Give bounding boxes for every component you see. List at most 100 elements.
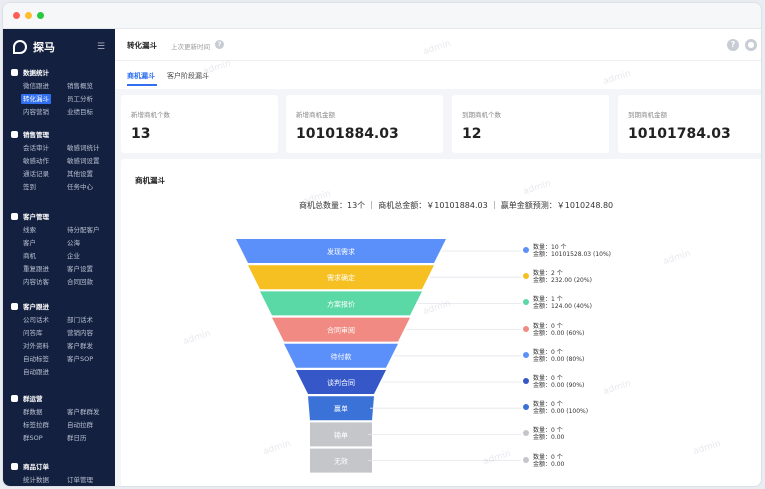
funnel-stage-label: 赢单	[334, 404, 348, 413]
sidebar-item[interactable]: 任务中心	[65, 182, 95, 192]
sidebar-section-header[interactable]: 客户跟进	[11, 301, 49, 311]
funnel-stage-label: 发现需求	[327, 247, 355, 256]
stat-card-new-count: 新增商机个数 13	[121, 95, 278, 153]
menu-collapse-icon[interactable]: ☰	[97, 42, 105, 52]
sidebar-item[interactable]: 群日历	[65, 433, 89, 443]
sidebar-section-header[interactable]: 销售管理	[11, 129, 49, 139]
stat-label: 到期商机个数	[462, 111, 501, 119]
stat-card-due-amount: 到期商机金额 10101784.03	[618, 95, 761, 153]
sidebar-item[interactable]: 客户设置	[65, 264, 95, 274]
legend-dot	[523, 351, 529, 358]
legend-count: 数量：0 个	[533, 348, 563, 356]
sidebar-item[interactable]: 会话审计	[21, 143, 51, 153]
sidebar-section-header[interactable]: 商品订单	[11, 461, 49, 471]
sidebar-item[interactable]: 合同回款	[65, 277, 95, 287]
legend-amount: 金额：10101528.03 (10%)	[533, 251, 612, 258]
legend-count: 数量：10 个	[533, 244, 567, 251]
sidebar-item[interactable]: 客户SOP	[65, 354, 95, 364]
sidebar-section-title: 销售管理	[23, 131, 49, 139]
sidebar-item[interactable]: 重复跟进	[21, 264, 51, 274]
maximize-window-button[interactable]	[37, 12, 44, 19]
sidebar-item[interactable]: 公司话术	[21, 315, 51, 325]
legend-amount: 金额：232.00 (20%)	[533, 277, 592, 285]
sidebar-item[interactable]: 商机	[21, 251, 38, 261]
close-window-button[interactable]	[13, 12, 20, 19]
sidebar-section-header[interactable]: 群运营	[11, 393, 43, 403]
stat-label: 新增商机个数	[131, 111, 170, 119]
funnel-stage-label: 方案报价	[327, 299, 355, 308]
legend-amount: 金额：0.00	[533, 434, 565, 442]
sidebar-item[interactable]: 对外资料	[21, 341, 51, 351]
sidebar-section-header[interactable]: 客户管理	[11, 211, 49, 221]
top-header: 转化漏斗 上次更新时间 ? ? ●	[115, 29, 761, 61]
sidebar: 探马 ☰ 数据统计微信跟进 销售概览转化漏斗 员工分析内容营销 业绩目标销售管理会话审…	[3, 29, 115, 486]
sidebar-item[interactable]: 敏感词统计	[65, 143, 102, 153]
stat-label: 新增商机金额	[296, 111, 335, 119]
legend-count: 数量：0 个	[533, 375, 563, 382]
legend-count: 数量：0 个	[533, 322, 563, 330]
sidebar-item[interactable]: 订单管理	[65, 475, 95, 485]
sidebar-item[interactable]: 通话记录	[21, 169, 51, 179]
sidebar-section-header[interactable]: 数据统计	[11, 67, 49, 77]
sidebar-item[interactable]: 客户群发	[65, 341, 95, 351]
sidebar-item[interactable]: 客户群群发	[65, 407, 102, 417]
sidebar-section-title: 群运营	[23, 395, 43, 403]
sidebar-item[interactable]: 标签拉群	[21, 420, 51, 430]
chart-icon	[11, 68, 18, 76]
sidebar-item[interactable]: 微信跟进	[21, 81, 51, 91]
legend-amount: 金额：124.00 (40%)	[533, 303, 592, 311]
stat-card-due-count: 到期商机个数 12	[452, 95, 609, 153]
sidebar-item[interactable]: 敏感动作	[21, 156, 51, 166]
sidebar-item[interactable]: 群SOP	[21, 433, 45, 443]
sidebar-item[interactable]: 自动标签	[21, 354, 51, 364]
sidebar-item[interactable]: 公海	[65, 238, 82, 248]
sidebar-item[interactable]: 部门话术	[65, 315, 95, 325]
question-circle-icon[interactable]: ?	[215, 40, 224, 49]
funnel-legend-item: 数量：0 个金额：0.00 (90%)	[523, 375, 585, 389]
sidebar-item[interactable]: 签到	[21, 182, 38, 192]
logo-icon	[13, 40, 27, 54]
sidebar-item[interactable]: 内容营销	[21, 107, 51, 117]
legend-amount: 金额：0.00 (60%)	[533, 329, 585, 337]
sidebar-item[interactable]: 其他设置	[65, 169, 95, 179]
funnel-tabs: 商机漏斗 客户阶段漏斗	[115, 61, 761, 89]
funnel-chart: 发现需求需求确定方案报价合同审阅待付款谈判合同赢单输单无效	[236, 239, 521, 473]
stat-label: 到期商机金额	[628, 111, 667, 119]
app-name: 探马	[33, 41, 55, 54]
funnel-panel: 商机漏斗 商机总数量：13个 ｜ 商机总金额：￥10101884.03 ｜ 赢单…	[121, 159, 761, 486]
sidebar-item[interactable]: 企业	[65, 251, 82, 261]
sidebar-item[interactable]: 销售概览	[65, 81, 95, 91]
sidebar-item[interactable]: 问答库	[21, 328, 45, 338]
legend-count: 数量：0 个	[533, 453, 563, 461]
sidebar-item[interactable]: 自动跟进	[21, 367, 51, 377]
minimize-window-button[interactable]	[25, 12, 32, 19]
tab-customer-stage-funnel[interactable]: 客户阶段漏斗	[167, 71, 209, 81]
sidebar-item[interactable]: 线索	[21, 225, 38, 235]
order-icon	[11, 462, 18, 470]
app-logo: 探马	[13, 37, 55, 57]
sidebar-item[interactable]: 业绩目标	[65, 107, 95, 117]
funnel-legend-item: 数量：10 个金额：10101528.03 (10%)	[523, 244, 612, 258]
user-avatar-icon[interactable]: ●	[745, 39, 757, 51]
last-update-label: 上次更新时间	[171, 43, 210, 51]
customer-icon	[11, 212, 18, 220]
group-icon	[11, 394, 18, 402]
sidebar-item[interactable]: 客户	[21, 238, 38, 248]
sidebar-item[interactable]: 员工分析	[65, 94, 95, 104]
sidebar-item[interactable]: 内容访客	[21, 277, 51, 287]
sidebar-item[interactable]: 群数据	[21, 407, 45, 417]
help-icon[interactable]: ?	[727, 39, 739, 51]
sidebar-section-title: 数据统计	[23, 69, 49, 77]
sidebar-item[interactable]: 敏感词设置	[65, 156, 102, 166]
sidebar-item[interactable]: 统计数据	[21, 475, 51, 485]
legend-dot	[523, 378, 529, 384]
legend-amount: 金额：0.00 (90%)	[533, 382, 585, 389]
sidebar-item[interactable]: 转化漏斗	[21, 94, 51, 104]
sidebar-item[interactable]: 营销内容	[65, 328, 95, 338]
legend-amount: 金额：0.00 (100%)	[533, 408, 589, 416]
legend-dot	[523, 247, 529, 253]
sidebar-item[interactable]: 自动拉群	[65, 420, 95, 430]
sidebar-item[interactable]: 待分配客户	[65, 225, 102, 235]
tab-opportunity-funnel[interactable]: 商机漏斗	[127, 71, 155, 81]
funnel-legend-item: 数量：0 个金额：0.00	[523, 427, 565, 442]
